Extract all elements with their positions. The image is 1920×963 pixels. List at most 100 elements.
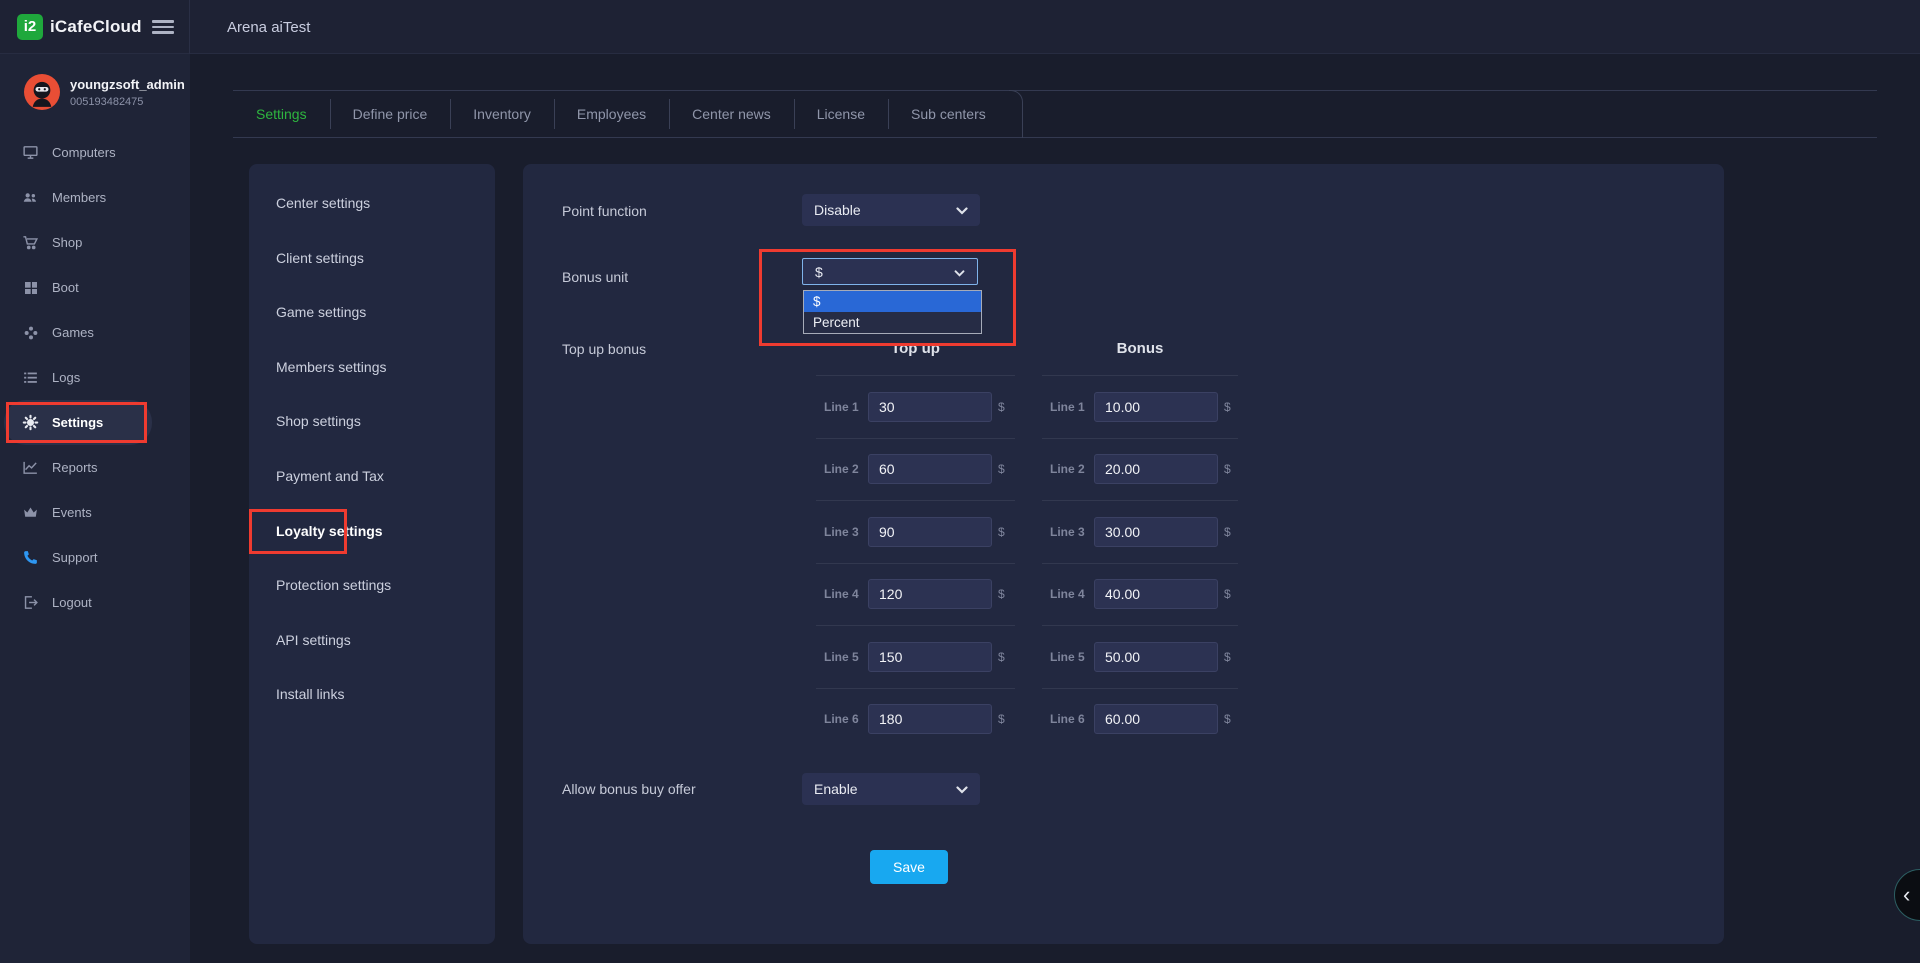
nav-shop-settings[interactable]: Shop settings: [249, 394, 495, 449]
sidebar-item-boot[interactable]: Boot: [0, 265, 190, 310]
shop-icon: [22, 234, 39, 251]
nav-members-settings[interactable]: Members settings: [249, 340, 495, 395]
sidebar-item-games[interactable]: Games: [0, 310, 190, 355]
sidebar-item-label: Shop: [52, 235, 82, 250]
table-row: Line 1$: [1042, 375, 1238, 438]
user-id: 005193482475: [70, 96, 143, 108]
brand: i2 iCafeCloud: [0, 0, 190, 54]
nav-api-settings[interactable]: API settings: [249, 613, 495, 668]
sidebar-item-support[interactable]: Support: [0, 535, 190, 580]
option-percent[interactable]: Percent: [804, 312, 981, 333]
option-dollar[interactable]: $: [804, 291, 981, 312]
bonus-column: Bonus Line 1$ Line 2$ Line 3$ Line 4$ Li…: [1042, 340, 1238, 750]
bonus-input-1[interactable]: [1094, 392, 1218, 422]
unit-suffix: $: [1224, 462, 1231, 476]
table-row: Line 6$: [816, 688, 1015, 751]
sidebar-item-reports[interactable]: Reports: [0, 445, 190, 490]
sidebar-item-members[interactable]: Members: [0, 175, 190, 220]
save-button[interactable]: Save: [870, 850, 948, 884]
line-label: Line 3: [1050, 525, 1094, 539]
top-up-column: Top up Line 1 $ Line 2 $ Line 3$ Line 4$ L…: [816, 340, 1015, 750]
tab-define-price[interactable]: Define price: [330, 91, 451, 137]
chevron-left-icon: ‹: [1903, 882, 1910, 908]
topbar: i2 iCafeCloud Arena aiTest 135 days f: [0, 0, 1920, 54]
tab-settings[interactable]: Settings: [233, 91, 330, 137]
bonus-input-4[interactable]: [1094, 579, 1218, 609]
sidebar-item-events[interactable]: Events: [0, 490, 190, 535]
sidebar-item-shop[interactable]: Shop: [0, 220, 190, 265]
sidebar-item-label: Logs: [52, 370, 80, 385]
page-title: Arena aiTest: [227, 19, 310, 36]
bonus-input-5[interactable]: [1094, 642, 1218, 672]
tab-license[interactable]: License: [794, 91, 888, 137]
line-label: Line 1: [824, 400, 868, 414]
computers-icon: [22, 144, 39, 161]
tab-employees[interactable]: Employees: [554, 91, 669, 137]
nav-install-links[interactable]: Install links: [249, 667, 495, 722]
top-up-column-header: Top up: [816, 340, 1015, 375]
settings-nav-panel: Center settings Client settings Game set…: [249, 164, 495, 944]
table-row: Line 6$: [1042, 688, 1238, 751]
nav-client-settings[interactable]: Client settings: [249, 231, 495, 286]
top-up-input-3[interactable]: [868, 517, 992, 547]
point-function-value: Disable: [814, 202, 861, 218]
unit-suffix: $: [1224, 400, 1231, 414]
settings-icon: [22, 414, 39, 431]
chevron-down-icon: [956, 202, 968, 218]
chevron-down-icon: [956, 781, 968, 797]
tab-inventory[interactable]: Inventory: [450, 91, 554, 137]
menu-toggle-button[interactable]: [152, 20, 174, 34]
bonus-unit-dropdown: $ Percent: [803, 290, 982, 334]
tabs-end-cap: [1009, 90, 1023, 138]
bonus-unit-value: $: [815, 264, 823, 280]
unit-suffix: $: [1224, 712, 1231, 726]
line-label: Line 4: [1050, 587, 1094, 601]
nav-payment-and-tax[interactable]: Payment and Tax: [249, 449, 495, 504]
top-up-input-2[interactable]: [868, 454, 992, 484]
line-label: Line 2: [1050, 462, 1094, 476]
top-up-input-5[interactable]: [868, 642, 992, 672]
sidebar-item-settings[interactable]: Settings: [4, 400, 152, 445]
sidebar-item-logs[interactable]: Logs: [0, 355, 190, 400]
unit-suffix: $: [998, 400, 1005, 414]
table-row: Line 5$: [816, 625, 1015, 688]
point-function-label: Point function: [562, 203, 647, 219]
tab-center-news[interactable]: Center news: [669, 91, 794, 137]
table-row: Line 2 $: [1042, 438, 1238, 501]
point-function-select[interactable]: Disable: [802, 194, 980, 226]
top-up-input-6[interactable]: [868, 704, 992, 734]
logo-text: iCafeCloud: [50, 17, 142, 37]
members-icon: [22, 189, 39, 206]
nav-game-settings[interactable]: Game settings: [249, 285, 495, 340]
bonus-input-6[interactable]: [1094, 704, 1218, 734]
table-row: Line 3$: [816, 500, 1015, 563]
allow-bonus-buy-offer-select[interactable]: Enable: [802, 773, 980, 805]
top-up-input-1[interactable]: [868, 392, 992, 422]
sidebar-user-avatar[interactable]: [24, 74, 60, 110]
tab-sub-centers[interactable]: Sub centers: [888, 91, 1009, 137]
logout-icon: [22, 594, 39, 611]
nav-loyalty-settings[interactable]: Loyalty settings: [249, 504, 495, 559]
table-row: Line 1 $: [816, 375, 1015, 438]
sidebar-item-label: Reports: [52, 460, 98, 475]
support-icon: [22, 549, 39, 566]
sidebar-item-computers[interactable]: Computers: [0, 130, 190, 175]
table-row: Line 3$: [1042, 500, 1238, 563]
top-up-input-4[interactable]: [868, 579, 992, 609]
unit-suffix: $: [998, 525, 1005, 539]
sidebar-item-label: Logout: [52, 595, 92, 610]
top-up-bonus-label: Top up bonus: [562, 341, 646, 357]
bonus-input-3[interactable]: [1094, 517, 1218, 547]
bonus-unit-select[interactable]: $: [802, 258, 978, 285]
bonus-column-header: Bonus: [1042, 340, 1238, 375]
line-label: Line 2: [824, 462, 868, 476]
table-row: Line 4$: [816, 563, 1015, 626]
nav-center-settings[interactable]: Center settings: [249, 176, 495, 231]
reports-icon: [22, 459, 39, 476]
events-icon: [22, 504, 39, 521]
sidebar-item-logout[interactable]: Logout: [0, 580, 190, 625]
boot-icon: [22, 279, 39, 296]
nav-protection-settings[interactable]: Protection settings: [249, 558, 495, 613]
collapse-panel-toggle[interactable]: ‹: [1894, 869, 1920, 921]
bonus-input-2[interactable]: [1094, 454, 1218, 484]
